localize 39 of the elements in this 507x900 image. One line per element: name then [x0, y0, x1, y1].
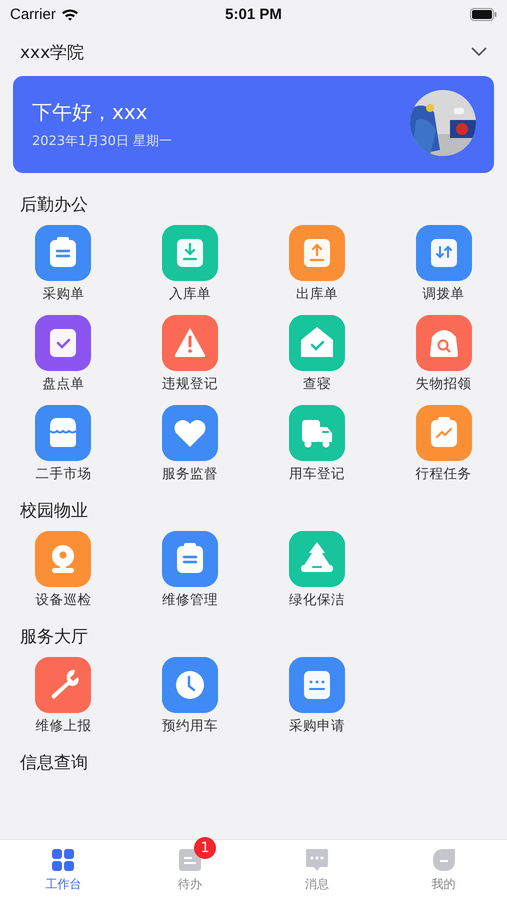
school-title[interactable]: xxx学院 [20, 40, 84, 64]
app-shortcut[interactable]: 采购单 [0, 225, 127, 303]
app-shortcut[interactable]: 行程任务 [380, 405, 507, 483]
app-shortcut[interactable]: 查寝 [254, 315, 380, 393]
app-shortcut[interactable]: 入库单 [126, 225, 254, 303]
app-shortcut[interactable]: 出库单 [254, 225, 380, 303]
chat-icon [304, 847, 330, 873]
section-title: 校园物业 [19, 500, 89, 523]
section-title: 服务大厅 [19, 626, 89, 649]
app-shortcut[interactable]: 维修上报 [0, 657, 127, 735]
app-shortcut[interactable]: 违规登记 [126, 315, 254, 393]
app-shortcut[interactable]: 盘点单 [0, 315, 127, 393]
todo-icon [177, 847, 204, 873]
app-shortcut[interactable]: 维修管理 [126, 531, 254, 609]
grid-icon [50, 847, 76, 873]
greeting-text: 下午好，xxx [32, 99, 149, 126]
chevron-down-icon[interactable] [471, 47, 487, 57]
date-text: 2023年1月30日 星期一 [32, 133, 174, 150]
app-shortcut[interactable]: 绿化保洁 [254, 531, 380, 609]
count-badge: 1 [194, 837, 216, 859]
tab-item[interactable]: 1 待办 [126, 840, 254, 900]
time-label: 5:01 PM [225, 6, 282, 22]
app-shortcut[interactable]: 采购申请 [254, 657, 380, 735]
app-shortcut[interactable]: 失物招领 [380, 315, 507, 393]
battery-icon [470, 8, 498, 20]
tab-item[interactable]: 消息 [254, 840, 380, 900]
app-shortcut[interactable]: 服务监督 [126, 405, 254, 483]
tab-item[interactable]: 工作台 [0, 840, 127, 900]
app-shortcut[interactable]: 调拨单 [380, 225, 507, 303]
app-shortcut[interactable]: 二手市场 [0, 405, 127, 483]
wifi-icon [60, 8, 79, 20]
carrier-label: Carrier [10, 6, 56, 22]
app-shortcut[interactable]: 预约用车 [126, 657, 254, 735]
app-shortcut[interactable]: 设备巡检 [0, 531, 127, 609]
app-shortcut[interactable]: 用车登记 [254, 405, 380, 483]
section-title: 信息查询 [19, 752, 89, 775]
profile-icon [430, 847, 457, 873]
section-title: 后勤办公 [19, 194, 89, 217]
tab-item[interactable]: 我的 [380, 840, 507, 900]
